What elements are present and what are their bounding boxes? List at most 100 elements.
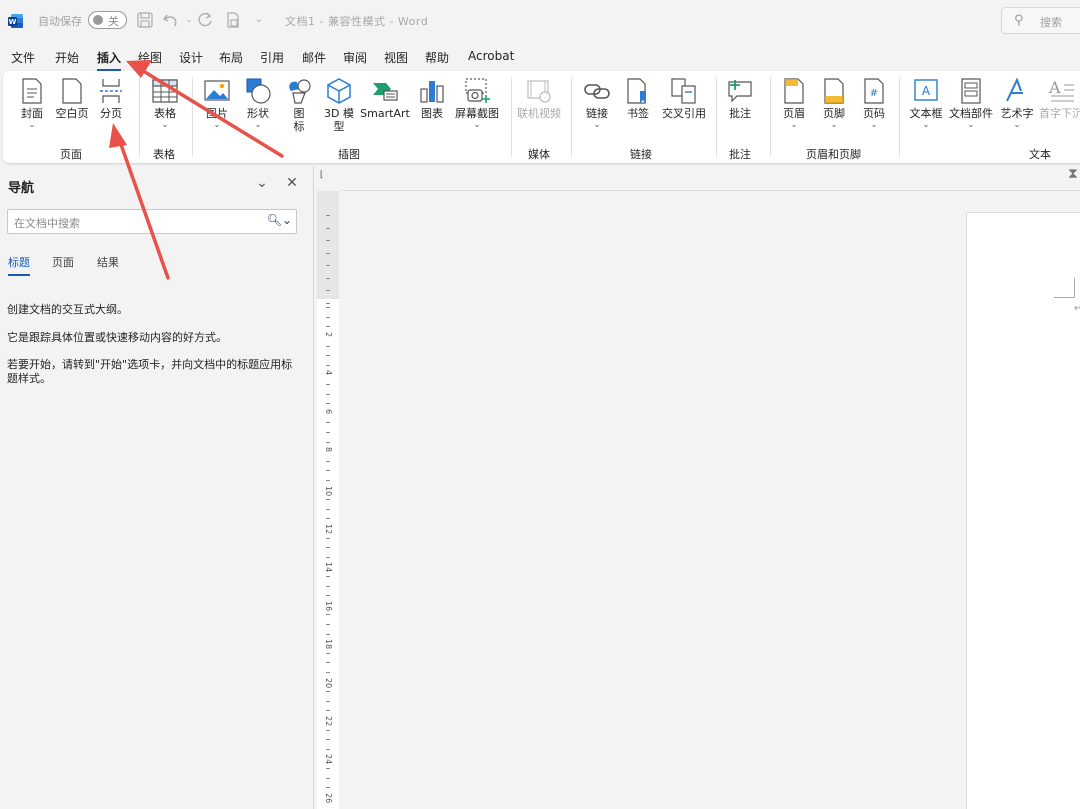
drop-cap-label: 首字下沉 bbox=[1039, 107, 1080, 120]
ruler-tick bbox=[326, 364, 330, 366]
cover-page-button[interactable]: 封面 ⌄ bbox=[17, 77, 47, 129]
table-label: 表格 bbox=[154, 107, 176, 120]
drop-cap-button[interactable]: A 首字下沉 bbox=[1039, 77, 1080, 120]
ruler-tick bbox=[326, 480, 330, 481]
ruler-number: 22 bbox=[324, 716, 333, 727]
ruler-tick bbox=[326, 384, 330, 385]
tab-selector-icon[interactable]: ⌊ bbox=[320, 170, 324, 180]
nav-tab-results[interactable]: 结果 bbox=[97, 254, 119, 270]
tab-file[interactable]: 文件 bbox=[11, 49, 35, 66]
ruler-tick bbox=[326, 748, 330, 750]
icons-label-line2: 标 bbox=[293, 120, 305, 133]
document-title: 文档1 - 兼容性模式 - Word bbox=[285, 15, 429, 28]
ruler-tick bbox=[326, 633, 330, 635]
search-icon: ⚲ bbox=[1014, 13, 1024, 28]
tab-mailings[interactable]: 邮件 bbox=[302, 49, 326, 66]
tab-draw[interactable]: 绘图 bbox=[138, 49, 162, 66]
ruler-tick bbox=[326, 700, 330, 702]
header-button[interactable]: 页眉 ⌄ bbox=[779, 77, 809, 129]
online-video-icon bbox=[527, 80, 551, 103]
ruler-tick bbox=[326, 787, 330, 789]
undo-icon[interactable] bbox=[162, 11, 180, 29]
tab-references[interactable]: 引用 bbox=[260, 49, 284, 66]
tab-review[interactable]: 审阅 bbox=[343, 49, 367, 66]
quick-parts-button[interactable]: 文档部件 ⌄ bbox=[948, 77, 994, 129]
page-break-button[interactable]: 分页 bbox=[96, 77, 126, 120]
chevron-down-icon: ⌄ bbox=[213, 120, 221, 129]
group-separator bbox=[899, 77, 900, 157]
text-margin-marker bbox=[1054, 278, 1075, 298]
nav-search-input[interactable]: 在文档中搜索 🔍︎⌄ bbox=[7, 209, 297, 234]
cube-icon bbox=[327, 78, 351, 104]
group-label-tables: 表格 bbox=[153, 148, 175, 161]
footer-icon bbox=[824, 78, 844, 104]
ruler-tick bbox=[326, 393, 330, 395]
text-box-button[interactable]: A 文本框 ⌄ bbox=[907, 77, 945, 129]
ruler-tick bbox=[326, 672, 330, 673]
shapes-button[interactable]: 形状 ⌄ bbox=[243, 77, 273, 129]
new-comment-button[interactable]: 批注 bbox=[725, 77, 755, 120]
ruler-tick bbox=[326, 624, 330, 625]
chevron-down-icon: ⌄ bbox=[967, 120, 975, 129]
cover-page-icon bbox=[22, 78, 42, 104]
ruler-tick bbox=[326, 355, 330, 357]
search-icon[interactable]: 🔍︎⌄ bbox=[267, 213, 292, 227]
toggle-state: 关 bbox=[108, 15, 119, 28]
group-label-media: 媒体 bbox=[528, 148, 550, 161]
ruler-tick bbox=[326, 277, 330, 279]
ruler-tick bbox=[326, 499, 330, 501]
chevron-down-icon: ⌄ bbox=[790, 120, 798, 129]
footer-button[interactable]: 页脚 ⌄ bbox=[819, 77, 849, 129]
customize-qat-icon[interactable]: ⌄ bbox=[250, 11, 268, 29]
save-icon[interactable] bbox=[136, 11, 154, 29]
group-label-pages: 页面 bbox=[60, 148, 82, 161]
search-box[interactable]: ⚲ 搜索 bbox=[1001, 7, 1080, 34]
screenshot-button[interactable]: 屏幕截图 ⌄ bbox=[452, 77, 502, 129]
nav-tab-headings[interactable]: 标题 bbox=[8, 254, 30, 276]
ruler-tick bbox=[326, 710, 330, 712]
chevron-down-icon: ⌄ bbox=[830, 120, 838, 129]
screenshot-icon bbox=[465, 78, 490, 103]
icons-button[interactable]: 图 标 bbox=[284, 77, 314, 133]
ruler-number: 10 bbox=[324, 485, 333, 496]
wordart-button[interactable]: 艺术字 ⌄ bbox=[999, 77, 1035, 129]
tab-help[interactable]: 帮助 bbox=[425, 49, 449, 66]
bookmark-button[interactable]: 书签 bbox=[623, 77, 653, 120]
tab-home[interactable]: 开始 bbox=[55, 49, 79, 66]
3d-models-button[interactable]: 3D 模 型 bbox=[323, 77, 355, 133]
text-box-label: 文本框 bbox=[909, 107, 943, 120]
ruler-number: 26 bbox=[324, 792, 333, 803]
autosave-toggle[interactable]: 关 bbox=[88, 11, 127, 29]
blank-page-button[interactable]: 空白页 bbox=[54, 77, 90, 120]
redo-icon[interactable] bbox=[196, 11, 214, 29]
word-logo-icon[interactable]: W bbox=[8, 13, 24, 29]
document-page[interactable] bbox=[966, 212, 1080, 809]
pictures-button[interactable]: 图片 ⌄ bbox=[202, 77, 232, 129]
nav-options-chevron-icon[interactable]: ⌄ bbox=[253, 175, 271, 191]
cross-reference-button[interactable]: 交叉引用 bbox=[659, 77, 709, 120]
page-number-label: 页码 bbox=[863, 107, 885, 120]
svg-text:W: W bbox=[9, 18, 17, 26]
table-button[interactable]: 表格 ⌄ bbox=[150, 77, 180, 129]
tab-view[interactable]: 视图 bbox=[384, 49, 408, 66]
group-label-comments: 批注 bbox=[729, 148, 751, 161]
nav-tab-pages[interactable]: 页面 bbox=[52, 254, 74, 270]
nav-pane-title: 导航 bbox=[8, 181, 35, 196]
smartart-button[interactable]: SmartArt bbox=[360, 77, 410, 120]
chart-button[interactable]: 图表 bbox=[417, 77, 447, 120]
header-icon bbox=[784, 78, 804, 104]
ruler-tick bbox=[326, 662, 330, 664]
shapes-icon bbox=[246, 78, 271, 104]
tab-design[interactable]: 设计 bbox=[179, 49, 203, 66]
tab-insert[interactable]: 插入 bbox=[97, 49, 122, 71]
tab-layout[interactable]: 布局 bbox=[219, 49, 243, 66]
3d-models-label-line2: 型 bbox=[333, 120, 345, 133]
link-button[interactable]: 链接 ⌄ bbox=[582, 77, 612, 129]
pane-divider[interactable] bbox=[313, 166, 314, 809]
vertical-ruler[interactable]: 2 4 6 8 10 12 14 16 18 20 22 24 26 bbox=[317, 191, 339, 809]
group-separator bbox=[192, 77, 193, 157]
tab-acrobat[interactable]: Acrobat bbox=[468, 49, 514, 63]
page-number-button[interactable]: # 页码 ⌄ bbox=[859, 77, 889, 129]
document-icon[interactable] bbox=[224, 11, 242, 29]
nav-close-icon[interactable]: ✕ bbox=[283, 175, 301, 191]
